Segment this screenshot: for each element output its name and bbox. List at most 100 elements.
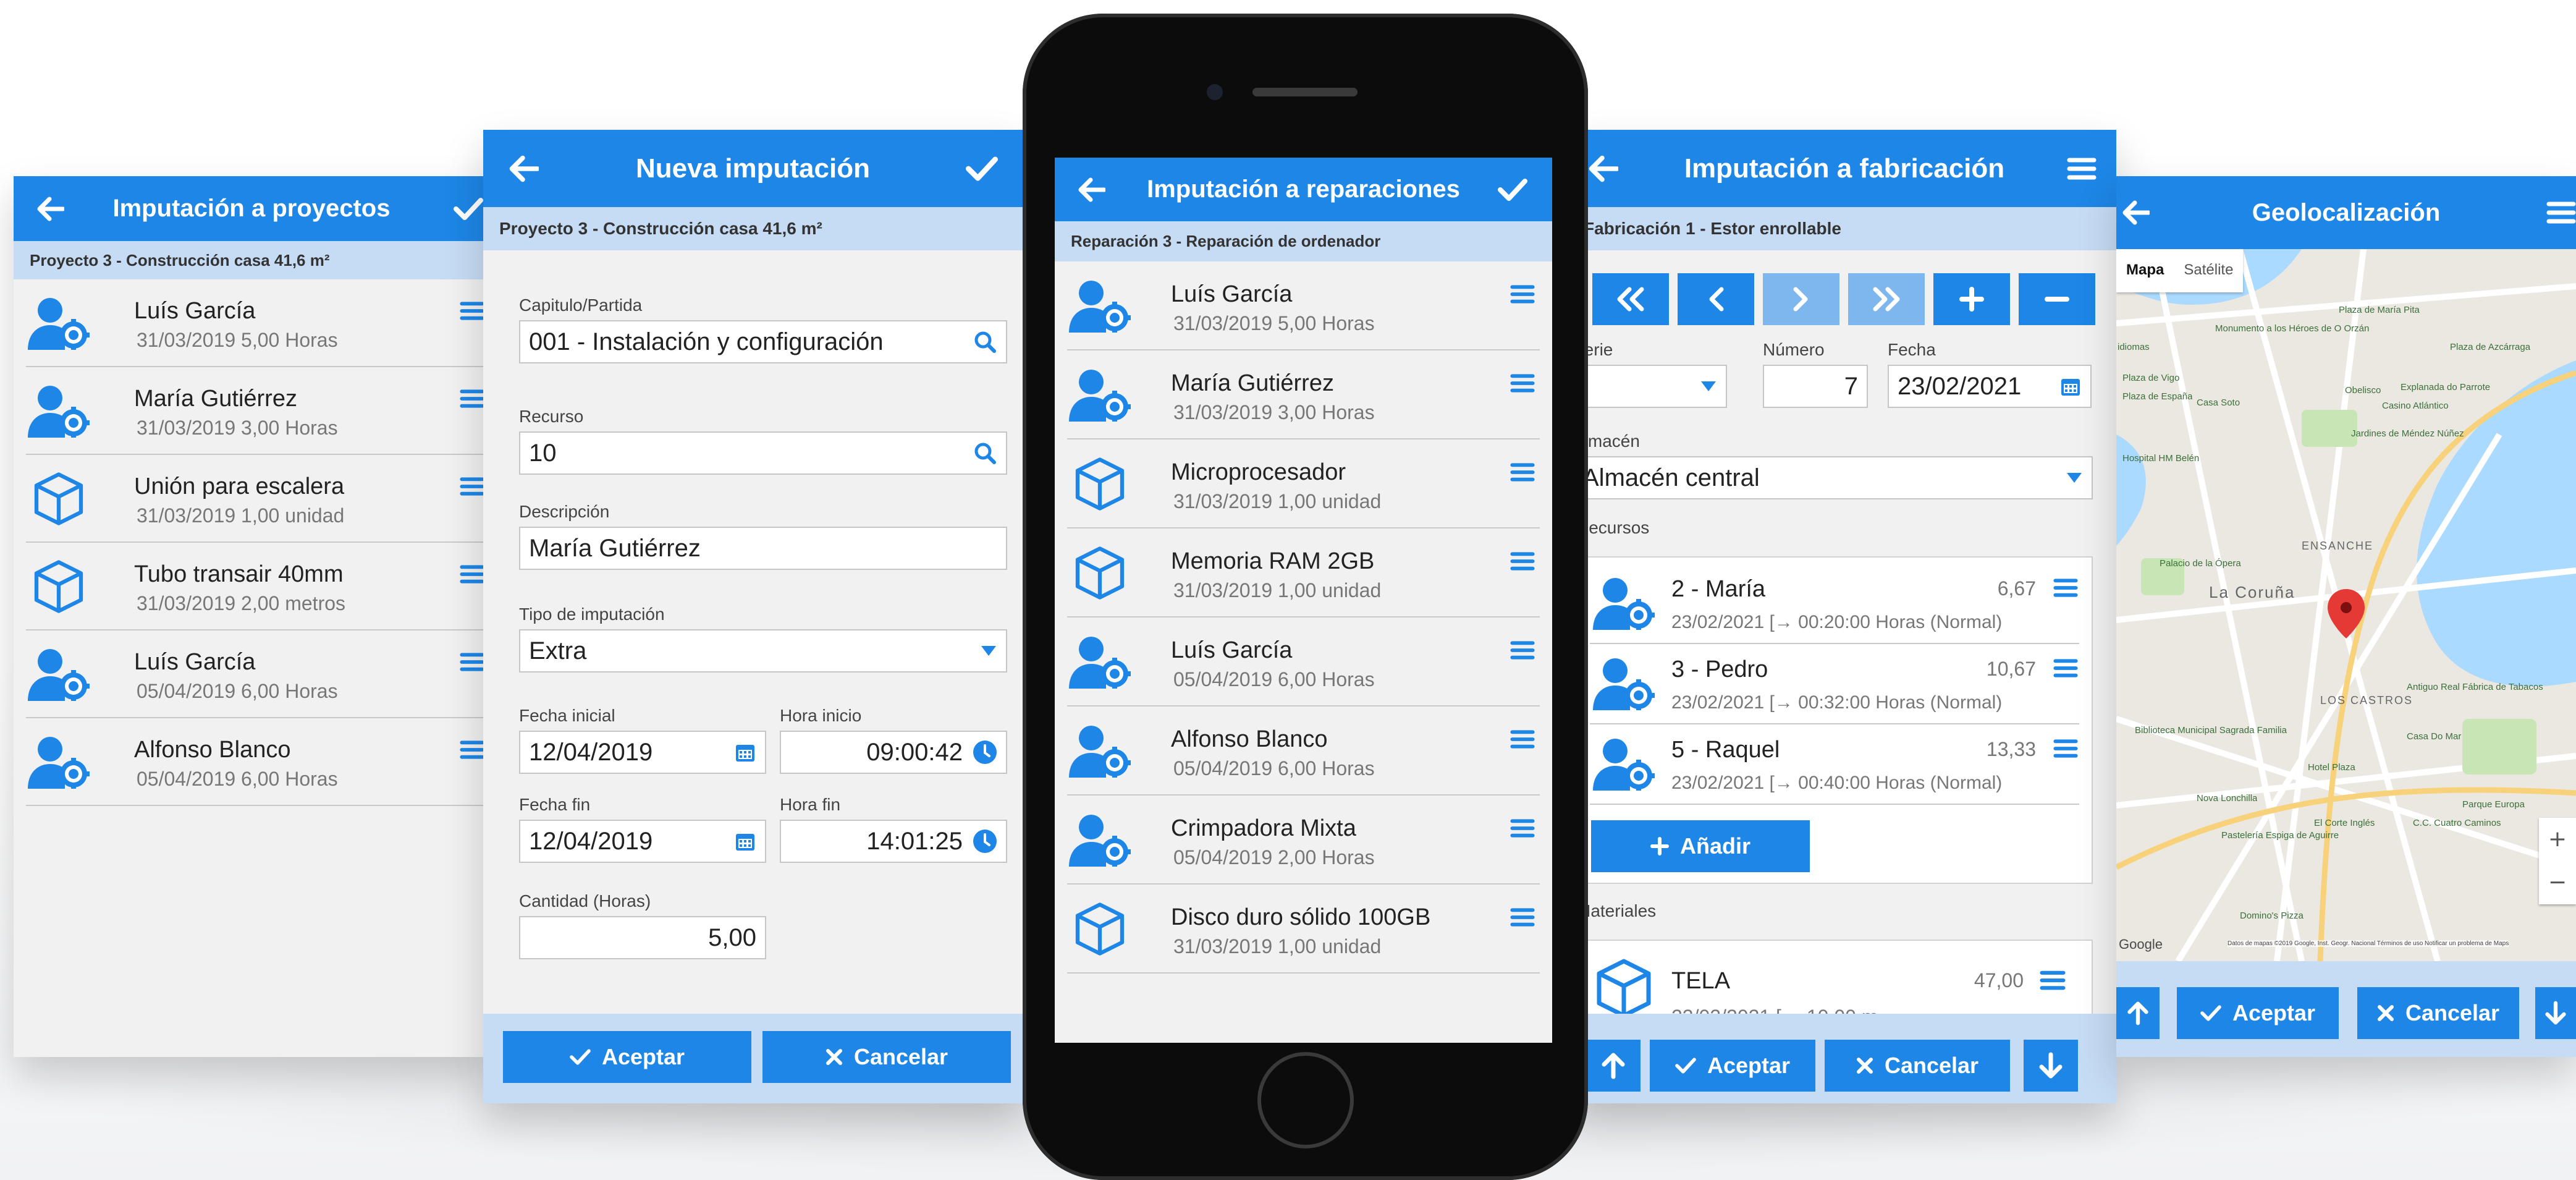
list-item[interactable]: Crimpadora Mixta 05/04/2019 2,00 Horas (1067, 796, 1540, 885)
chevron-down-icon[interactable] (1700, 366, 1717, 407)
hora-fin-field[interactable]: 14:01:25 (780, 820, 1007, 863)
cancel-button[interactable]: Cancelar (762, 1031, 1011, 1083)
recurso-field[interactable]: 10 (519, 431, 1007, 475)
add-resource-button[interactable]: Añadir (1591, 820, 1810, 872)
calendar-icon[interactable] (734, 821, 756, 862)
cantidad-field[interactable]: 5,00 (519, 916, 766, 959)
chevron-down-icon[interactable] (2066, 457, 2083, 498)
item-name: Luís García (1171, 281, 1293, 307)
menu-icon[interactable] (2053, 658, 2078, 679)
map-place-label: Antiguo Real Fábrica de Tabacos (2407, 682, 2543, 692)
check-icon[interactable] (966, 130, 998, 207)
double-chevron-right-icon (1873, 287, 1900, 312)
zoom-control[interactable]: + − (2539, 818, 2576, 904)
remove-record-button[interactable] (2019, 273, 2095, 325)
list-item[interactable]: María Gutiérrez 31/03/2019 3,00 Horas (1067, 350, 1540, 439)
check-icon[interactable] (454, 176, 483, 241)
menu-icon[interactable] (460, 739, 484, 760)
scroll-up-button[interactable] (2116, 987, 2160, 1039)
item-detail: 05/04/2019 2,00 Horas (1173, 846, 1375, 868)
menu-icon[interactable] (460, 652, 484, 673)
almacen-select[interactable]: Almacén central (1573, 456, 2093, 499)
back-arrow-icon[interactable] (36, 176, 64, 241)
last-record-button[interactable] (1848, 273, 1925, 325)
zoom-out-icon[interactable]: − (2539, 861, 2576, 904)
back-arrow-icon[interactable] (1077, 158, 1105, 221)
calendar-icon[interactable] (2059, 366, 2082, 407)
menu-icon[interactable] (2546, 176, 2576, 249)
list-item[interactable]: Luís García 05/04/2019 6,00 Horas (26, 630, 489, 718)
list-item[interactable]: Unión para escalera 31/03/2019 1,00 unida… (26, 455, 489, 543)
menu-icon[interactable] (1510, 640, 1535, 661)
list-item[interactable]: Luís García 31/03/2019 5,00 Horas (26, 279, 489, 367)
menu-icon[interactable] (1510, 284, 1535, 305)
hora-inicio-field[interactable]: 09:00:42 (780, 731, 1007, 774)
item-name: Microprocesador (1171, 459, 1346, 485)
cancel-button[interactable]: Cancelar (2357, 987, 2519, 1039)
check-icon[interactable] (1498, 158, 1527, 221)
calendar-icon[interactable] (734, 732, 756, 773)
list-item[interactable]: Luís García 31/03/2019 5,00 Horas (1067, 261, 1540, 350)
menu-icon[interactable] (1510, 373, 1535, 394)
box-icon (1067, 901, 1132, 957)
descripcion-field[interactable]: María Gutiérrez (519, 527, 1007, 570)
menu-icon[interactable] (1510, 907, 1535, 928)
accept-button[interactable]: Aceptar (1650, 1040, 1815, 1092)
fecha-field[interactable]: 23/02/2021 (1888, 365, 2092, 408)
menu-icon[interactable] (460, 300, 484, 321)
menu-icon[interactable] (2053, 738, 2078, 759)
add-record-button[interactable] (1933, 273, 2010, 325)
accept-button[interactable]: Aceptar (503, 1031, 751, 1083)
fecha-inicial-field[interactable]: 12/04/2019 (519, 731, 766, 774)
menu-icon[interactable] (1510, 551, 1535, 572)
resource-row[interactable]: 5 - Raquel 13,33 23/02/2021 [→ 00:40:00 Ho… (1590, 724, 2079, 805)
back-arrow-icon[interactable] (508, 130, 539, 207)
menu-icon[interactable] (1510, 729, 1535, 750)
back-arrow-icon[interactable] (2121, 176, 2150, 249)
search-icon[interactable] (973, 321, 997, 362)
list-item[interactable]: Alfonso Blanco 05/04/2019 6,00 Horas (1067, 707, 1540, 796)
back-arrow-icon[interactable] (1587, 130, 1618, 207)
list-item[interactable]: Memoria RAM 2GB 31/03/2019 1,00 unidad (1067, 528, 1540, 618)
arrow-up-icon (2127, 1001, 2148, 1025)
cancel-button[interactable]: Cancelar (1825, 1040, 2010, 1092)
menu-icon[interactable] (460, 564, 484, 585)
list-item[interactable]: Disco duro sólido 100GB 31/03/2019 1,00 u… (1067, 885, 1540, 974)
item-name: Crimpadora Mixta (1171, 815, 1356, 841)
list-item[interactable]: María Gutiérrez 31/03/2019 3,00 Horas (26, 367, 489, 455)
search-icon[interactable] (973, 433, 997, 473)
fecha-fin-field[interactable]: 12/04/2019 (519, 820, 766, 863)
list-item[interactable]: Alfonso Blanco 05/04/2019 6,00 Horas (26, 718, 489, 806)
menu-icon[interactable] (2067, 130, 2097, 207)
scroll-down-button[interactable] (2535, 987, 2576, 1039)
list-item[interactable]: Luís García 05/04/2019 6,00 Horas (1067, 618, 1540, 707)
clock-icon[interactable] (973, 821, 997, 862)
first-record-button[interactable] (1592, 273, 1669, 325)
map-view[interactable]: Mapa Satélite Monumento a los Héroes de … (2116, 249, 2576, 961)
list-item[interactable]: Tubo transair 40mm 31/03/2019 2,00 metros (26, 543, 489, 630)
menu-icon[interactable] (2040, 969, 2066, 991)
menu-icon[interactable] (1510, 818, 1535, 839)
scroll-down-button[interactable] (2024, 1040, 2078, 1092)
chevron-left-icon (1709, 287, 1724, 312)
menu-icon[interactable] (460, 476, 484, 497)
scroll-up-button[interactable] (1586, 1040, 1641, 1092)
menu-icon[interactable] (2053, 577, 2078, 598)
tipo-select[interactable]: Extra (519, 629, 1007, 673)
menu-icon[interactable] (460, 388, 484, 409)
chevron-down-icon[interactable] (980, 630, 997, 671)
accept-button[interactable]: Aceptar (2177, 987, 2339, 1039)
list-item[interactable]: Microprocesador 31/03/2019 1,00 unidad (1067, 439, 1540, 528)
menu-icon[interactable] (1510, 462, 1535, 483)
clock-icon[interactable] (973, 732, 997, 773)
zoom-in-icon[interactable]: + (2539, 818, 2576, 861)
previous-record-button[interactable] (1678, 273, 1754, 325)
resource-row[interactable]: 2 - María 6,67 23/02/2021 [→ 00:20:00 Hora… (1590, 564, 2079, 644)
numero-field[interactable]: 7 (1763, 365, 1868, 408)
next-record-button[interactable] (1763, 273, 1839, 325)
capitulo-field[interactable]: 001 - Instalación y configuración (519, 320, 1007, 363)
map-place-label: La Coruña (2209, 583, 2295, 601)
resource-row[interactable]: 3 - Pedro 10,67 23/02/2021 [→ 00:32:00 Hor… (1590, 644, 2079, 724)
home-button[interactable] (1257, 1052, 1354, 1148)
serie-select[interactable] (1573, 365, 1727, 408)
